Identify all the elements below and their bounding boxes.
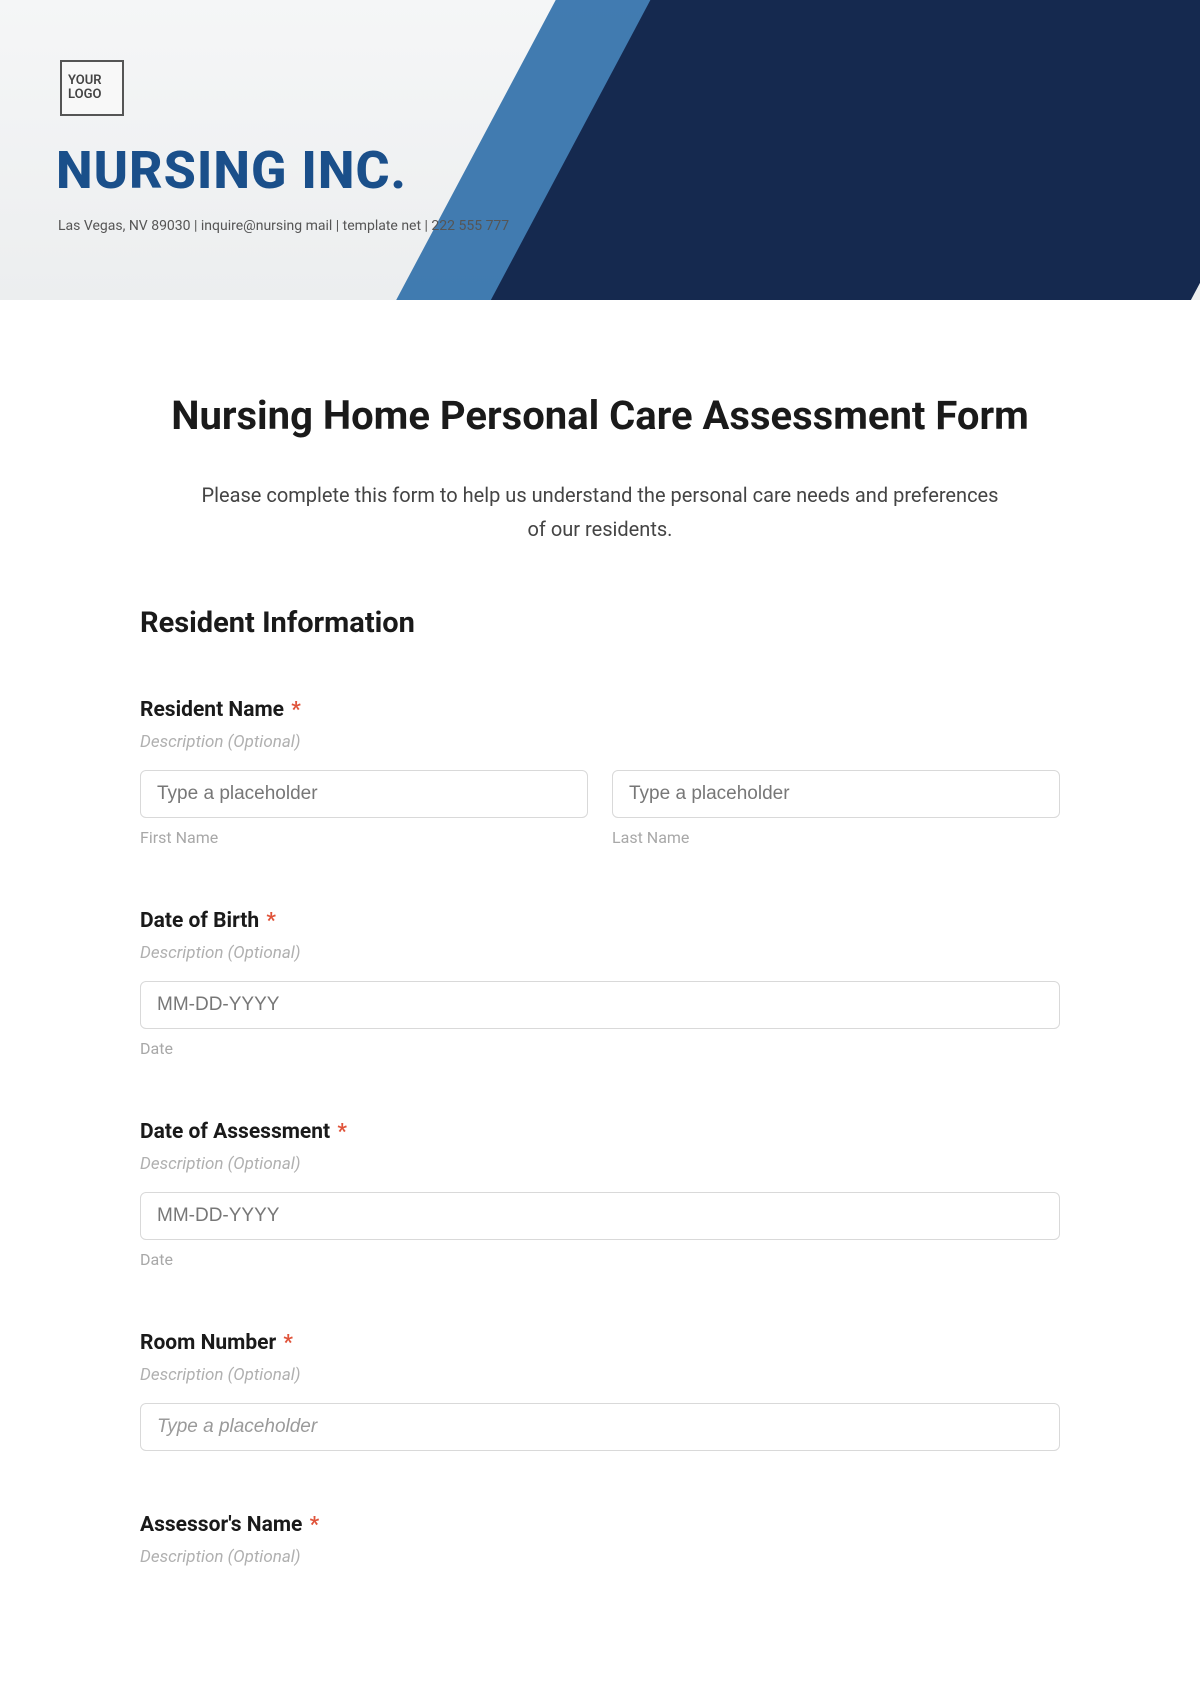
label-text: Resident Name	[140, 698, 284, 722]
company-name: NURSING INC.	[56, 140, 407, 201]
field-description[interactable]: Description (Optional)	[140, 1154, 1060, 1174]
field-assessor-name: Assessor's Name * Description (Optional)	[140, 1513, 1060, 1567]
form-header: YOUR LOGO NURSING INC. Las Vegas, NV 890…	[0, 0, 1200, 300]
field-date-of-assessment: Date of Assessment * Description (Option…	[140, 1120, 1060, 1269]
logo-placeholder: YOUR LOGO	[60, 60, 124, 116]
label-text: Room Number	[140, 1331, 276, 1355]
required-mark: *	[283, 1331, 293, 1355]
last-name-input[interactable]	[612, 770, 1060, 818]
label-dob: Date of Birth *	[140, 909, 1060, 933]
field-description[interactable]: Description (Optional)	[140, 1547, 1060, 1567]
required-mark: *	[310, 1513, 320, 1537]
label-doa: Date of Assessment *	[140, 1120, 1060, 1144]
label-assessor: Assessor's Name *	[140, 1513, 1060, 1537]
required-mark: *	[337, 1120, 347, 1144]
field-description[interactable]: Description (Optional)	[140, 1365, 1060, 1385]
label-room: Room Number *	[140, 1331, 1060, 1355]
sublabel-first-name: First Name	[140, 828, 588, 847]
field-resident-name: Resident Name * Description (Optional) F…	[140, 698, 1060, 847]
label-text: Date of Birth	[140, 909, 259, 933]
doa-input[interactable]	[140, 1192, 1060, 1240]
label-text: Date of Assessment	[140, 1120, 330, 1144]
room-input[interactable]	[140, 1403, 1060, 1451]
sublabel-doa: Date	[140, 1250, 1060, 1269]
form-body: Nursing Home Personal Care Assessment Fo…	[0, 300, 1200, 1567]
field-date-of-birth: Date of Birth * Description (Optional) D…	[140, 909, 1060, 1058]
sublabel-dob: Date	[140, 1039, 1060, 1058]
first-name-input[interactable]	[140, 770, 588, 818]
form-title: Nursing Home Personal Care Assessment Fo…	[140, 390, 1060, 442]
section-resident-info: Resident Information	[140, 606, 1060, 640]
field-description[interactable]: Description (Optional)	[140, 943, 1060, 963]
dob-input[interactable]	[140, 981, 1060, 1029]
label-text: Assessor's Name	[140, 1513, 302, 1537]
company-contact-line: Las Vegas, NV 89030 | inquire@nursing ma…	[58, 218, 509, 234]
sublabel-last-name: Last Name	[612, 828, 1060, 847]
form-subtitle: Please complete this form to help us und…	[190, 478, 1010, 546]
required-mark: *	[266, 909, 276, 933]
required-mark: *	[291, 698, 301, 722]
field-room-number: Room Number * Description (Optional)	[140, 1331, 1060, 1451]
label-resident-name: Resident Name *	[140, 698, 1060, 722]
field-description[interactable]: Description (Optional)	[140, 732, 1060, 752]
